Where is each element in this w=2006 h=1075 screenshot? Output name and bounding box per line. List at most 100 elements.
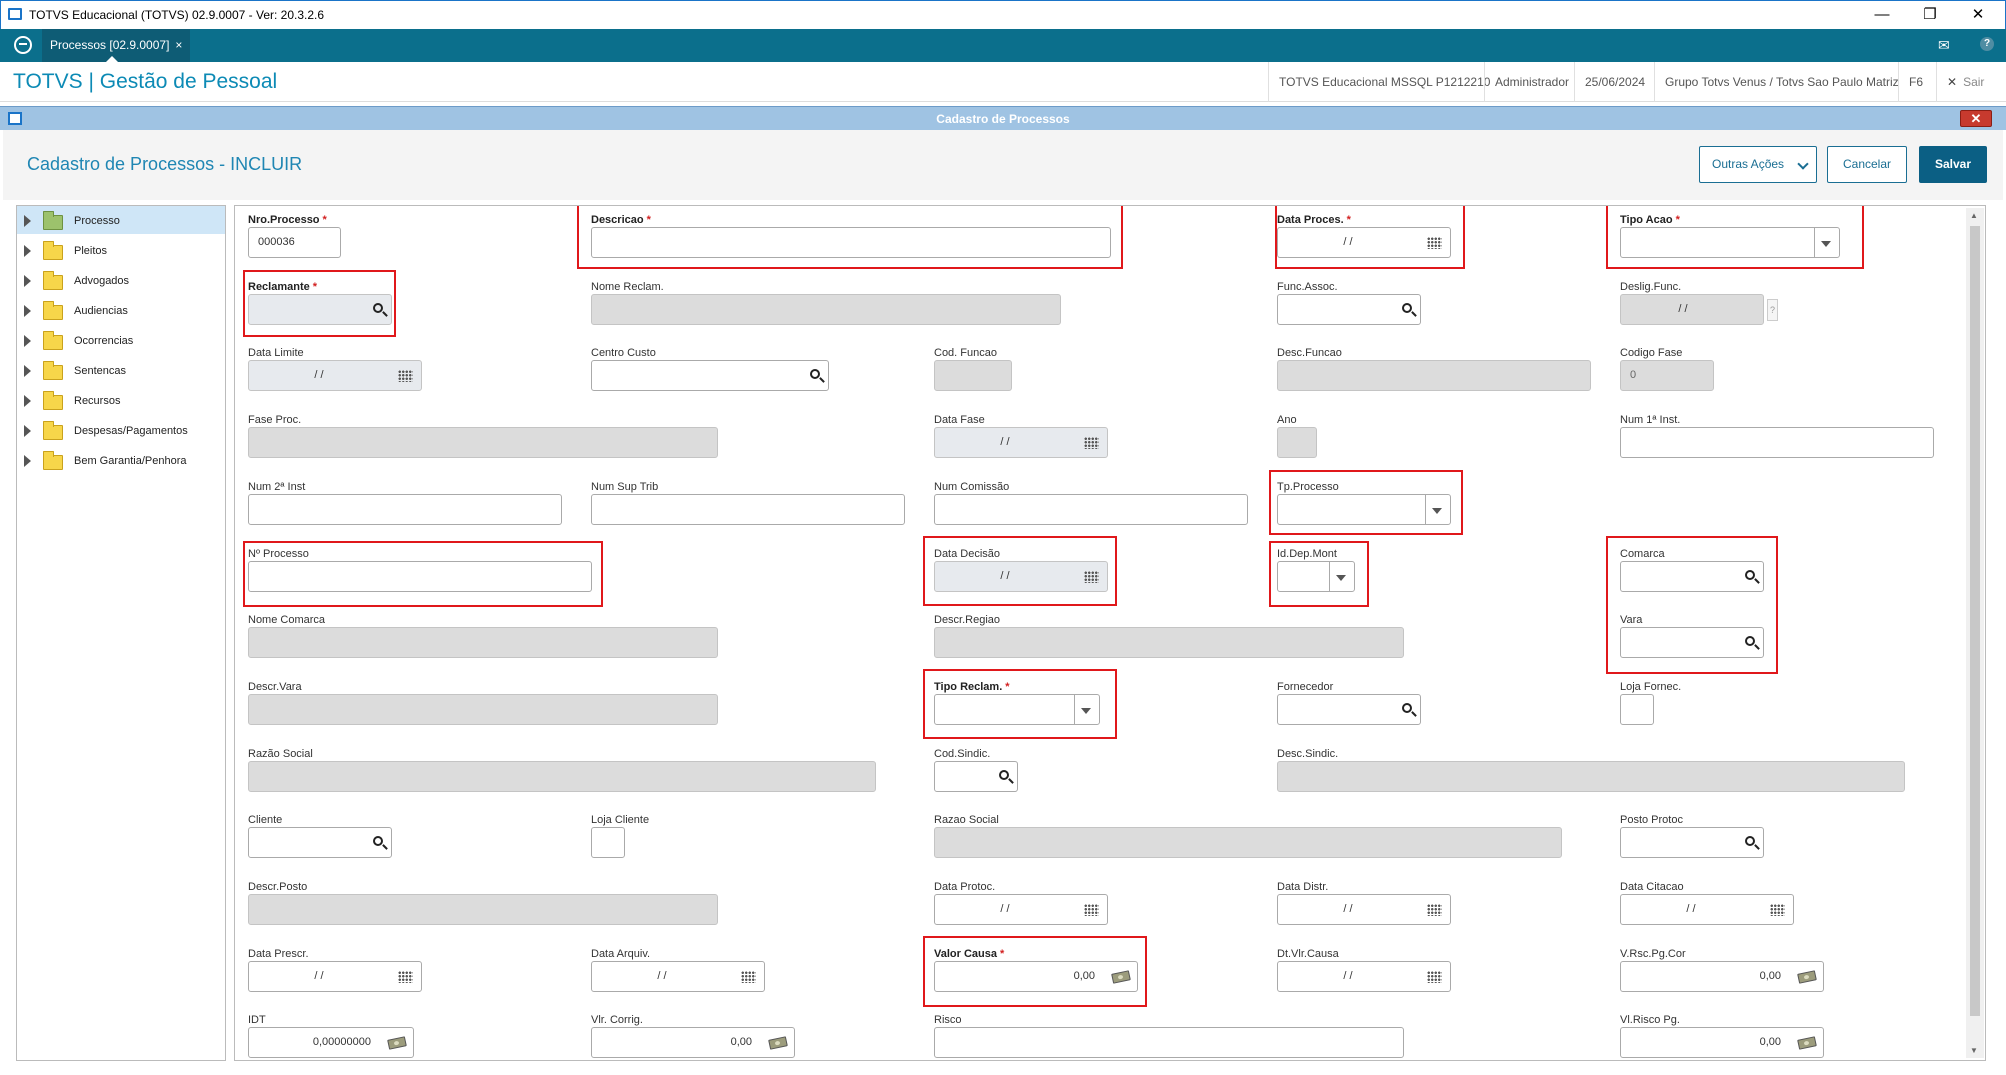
data-limite-input[interactable]: / / (248, 360, 422, 391)
search-icon[interactable] (999, 770, 1009, 780)
data-decisao-input[interactable]: / / (934, 561, 1108, 592)
calendar-icon[interactable] (1084, 904, 1099, 916)
search-icon[interactable] (373, 303, 383, 313)
reclamante-input[interactable] (248, 294, 392, 325)
expand-arrow-icon[interactable] (24, 395, 31, 407)
centro-custo-input[interactable] (591, 360, 829, 391)
dropdown-arrow-icon[interactable] (1336, 575, 1346, 581)
vertical-scrollbar[interactable]: ▲ ▼ (1966, 208, 1984, 1058)
more-actions-button[interactable]: Outras Ações (1699, 146, 1817, 183)
money-icon[interactable] (1111, 970, 1131, 984)
expand-arrow-icon[interactable] (24, 245, 31, 257)
func-assoc-input[interactable] (1277, 294, 1421, 325)
calendar-icon[interactable] (1427, 904, 1442, 916)
calendar-icon[interactable] (741, 971, 756, 983)
dropdown-arrow-icon[interactable] (1821, 241, 1831, 247)
tree-item-pleitos[interactable]: Pleitos (17, 236, 225, 264)
shortcut-f6[interactable]: F6 (1898, 62, 1933, 102)
vara-input[interactable] (1620, 627, 1764, 658)
expand-arrow-icon[interactable] (24, 425, 31, 437)
comarca-input[interactable] (1620, 561, 1764, 592)
v-rsc-pg-cor-input[interactable]: 0,00 (1620, 961, 1824, 992)
exit-button[interactable]: ✕ Sair (1936, 62, 1994, 102)
num-1-inst-input[interactable] (1620, 427, 1934, 458)
vl-risco-pg-input[interactable]: 0,00 (1620, 1027, 1824, 1058)
num-comissao-input[interactable] (934, 494, 1248, 525)
fornecedor-input[interactable] (1277, 694, 1421, 725)
search-icon[interactable] (1745, 636, 1755, 646)
expand-arrow-icon[interactable] (24, 305, 31, 317)
expand-arrow-icon[interactable] (24, 335, 31, 347)
scroll-thumb[interactable] (1970, 226, 1980, 1016)
dialog-close-button[interactable]: ✕ (1960, 110, 1992, 127)
search-icon[interactable] (1745, 570, 1755, 580)
calendar-icon[interactable] (1084, 571, 1099, 583)
calendar-icon[interactable] (1084, 437, 1099, 449)
search-icon[interactable] (1745, 836, 1755, 846)
cliente-input[interactable] (248, 827, 392, 858)
descricao-input[interactable] (591, 227, 1111, 258)
id-dep-mont-select[interactable] (1277, 561, 1355, 592)
dt-vlr-causa-input[interactable]: / / (1277, 961, 1451, 992)
scroll-up-icon[interactable]: ▲ (1970, 211, 1978, 220)
cod-sindic-input[interactable] (934, 761, 1018, 792)
search-icon[interactable] (810, 369, 820, 379)
money-icon[interactable] (1797, 970, 1817, 984)
idt-input[interactable]: 0,00000000 (248, 1027, 414, 1058)
n-processo-input[interactable] (248, 561, 592, 592)
search-icon[interactable] (1402, 703, 1412, 713)
search-icon[interactable] (373, 836, 383, 846)
tp-processo-select[interactable] (1277, 494, 1451, 525)
dropdown-arrow-icon[interactable] (1432, 508, 1442, 514)
loja-cliente-input[interactable] (591, 827, 625, 858)
risco-input[interactable] (934, 1027, 1404, 1058)
calendar-icon[interactable] (1427, 237, 1442, 249)
cancel-button[interactable]: Cancelar (1827, 146, 1907, 183)
tree-item-bem-garantia-penhora[interactable]: Bem Garantia/Penhora (17, 446, 225, 474)
calendar-icon[interactable] (398, 370, 413, 382)
money-icon[interactable] (768, 1036, 788, 1050)
tree-item-despesas-pagamentos[interactable]: Despesas/Pagamentos (17, 416, 225, 444)
tree-item-sentencas[interactable]: Sentencas (17, 356, 225, 384)
search-icon[interactable] (1402, 303, 1412, 313)
calendar-icon[interactable] (1427, 971, 1442, 983)
loja-fornec-input[interactable] (1620, 694, 1654, 725)
data-prescr-input[interactable]: / / (248, 961, 422, 992)
expand-arrow-icon[interactable] (24, 365, 31, 377)
dropdown-arrow-icon[interactable] (1081, 708, 1091, 714)
calendar-icon[interactable] (1770, 904, 1785, 916)
data-arquiv-input[interactable]: / / (591, 961, 765, 992)
data-protoc-input[interactable]: / / (934, 894, 1108, 925)
totvs-logo-icon[interactable] (14, 36, 32, 54)
data-citacao-input[interactable]: / / (1620, 894, 1794, 925)
minimize-button[interactable]: — (1859, 1, 1905, 30)
nro-processo-input[interactable]: 000036 (248, 227, 341, 258)
mail-icon[interactable]: ✉ (1938, 37, 1950, 54)
save-button[interactable]: Salvar (1919, 146, 1987, 183)
money-icon[interactable] (1797, 1036, 1817, 1050)
tree-item-audiencias[interactable]: Audiencias (17, 296, 225, 324)
close-window-button[interactable]: ✕ (1955, 1, 2001, 30)
expand-arrow-icon[interactable] (24, 455, 31, 467)
tree-item-ocorrencias[interactable]: Ocorrencias (17, 326, 225, 354)
posto-protoc-input[interactable] (1620, 827, 1764, 858)
calendar-icon[interactable] (398, 971, 413, 983)
maximize-button[interactable]: ❐ (1907, 1, 1953, 30)
tree-item-recursos[interactable]: Recursos (17, 386, 225, 414)
data-distr-input[interactable]: / / (1277, 894, 1451, 925)
tree-item-advogados[interactable]: Advogados (17, 266, 225, 294)
tree-item-processo[interactable]: Processo (17, 206, 225, 234)
data-proces-input[interactable]: / / (1277, 227, 1451, 258)
tab-processos[interactable]: Processos [02.9.0007] × (42, 29, 191, 62)
tipo-acao-select[interactable] (1620, 227, 1840, 258)
money-icon[interactable] (387, 1036, 407, 1050)
scroll-down-icon[interactable]: ▼ (1970, 1046, 1978, 1055)
data-fase-input[interactable]: / / (934, 427, 1108, 458)
tipo-reclam-select[interactable] (934, 694, 1100, 725)
tab-close-icon[interactable]: × (175, 38, 182, 52)
expand-arrow-icon[interactable] (24, 275, 31, 287)
num-2-inst-input[interactable] (248, 494, 562, 525)
vlr-corrig-input[interactable]: 0,00 (591, 1027, 795, 1058)
expand-arrow-icon[interactable] (24, 215, 31, 227)
valor-causa-input[interactable]: 0,00 (934, 961, 1138, 992)
